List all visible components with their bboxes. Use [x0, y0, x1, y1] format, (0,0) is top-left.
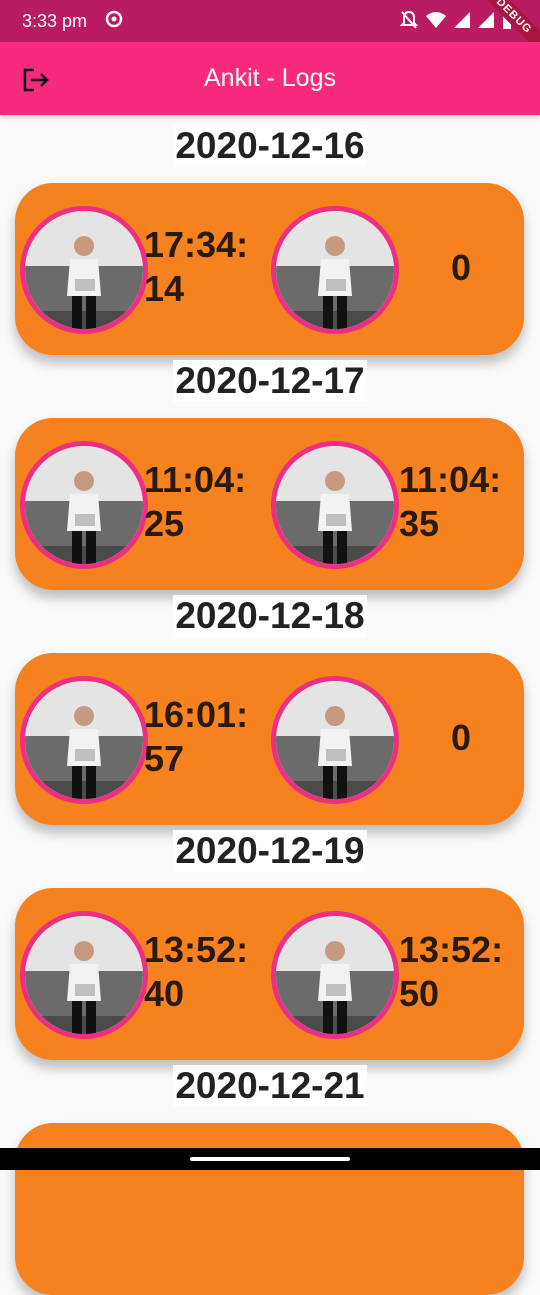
check-out-time: 0 [450, 247, 472, 288]
log-card: 17:34: 14 0 [15, 183, 524, 355]
log-card: 16:01: 57 0 [15, 653, 524, 825]
log-day: 2020-12-19 13:52: 40 13:52: 50 [0, 820, 540, 1060]
check-in-time: 11:04: 25 [144, 459, 247, 544]
check-in-photo [20, 206, 148, 334]
log-day: 2020-12-17 11:04: 25 11:04: 35 [0, 350, 540, 590]
check-in-photo [20, 911, 148, 1039]
check-out-time: 0 [450, 717, 472, 758]
log-date: 2020-12-19 [173, 830, 367, 872]
wifi-icon [426, 11, 446, 34]
app-notification-icon [104, 9, 124, 29]
app-bar: Ankit - Logs [0, 42, 540, 115]
mute-icon [399, 10, 419, 35]
check-out-photo [271, 676, 399, 804]
log-list[interactable]: 2020-12-16 17:34: 14 0 2020-12-17 11:04:… [0, 115, 540, 1295]
home-gesture-handle[interactable] [190, 1157, 350, 1161]
check-in-time: 13:52: 40 [144, 929, 249, 1014]
log-date: 2020-12-17 [173, 360, 367, 402]
page-title: Ankit - Logs [203, 64, 336, 92]
log-card: 13:52: 40 13:52: 50 [15, 888, 524, 1060]
check-in-photo [20, 441, 148, 569]
signal-icon-2 [478, 12, 494, 33]
log-day: 2020-12-16 17:34: 14 0 [0, 115, 540, 355]
log-date: 2020-12-16 [173, 125, 367, 167]
status-bar: 3:33 pm DEBUG [0, 0, 540, 65]
log-date: 2020-12-18 [173, 595, 367, 637]
check-out-time: 11:04: 35 [399, 459, 502, 544]
signal-icon [454, 12, 470, 33]
log-day: 2020-12-21 [0, 1055, 540, 1295]
log-card: 11:04: 25 11:04: 35 [15, 418, 524, 590]
check-out-photo [271, 206, 399, 334]
log-date: 2020-12-21 [173, 1065, 367, 1107]
system-navigation-bar [0, 1148, 540, 1170]
check-in-time: 16:01: 57 [144, 694, 249, 779]
log-day: 2020-12-18 16:01: 57 0 [0, 585, 540, 825]
check-in-time: 17:34: 14 [144, 224, 249, 309]
check-out-photo [271, 441, 399, 569]
check-in-photo [20, 676, 148, 804]
status-time: 3:33 pm [22, 11, 88, 31]
check-out-time: 13:52: 50 [399, 929, 504, 1014]
check-out-photo [271, 911, 399, 1039]
